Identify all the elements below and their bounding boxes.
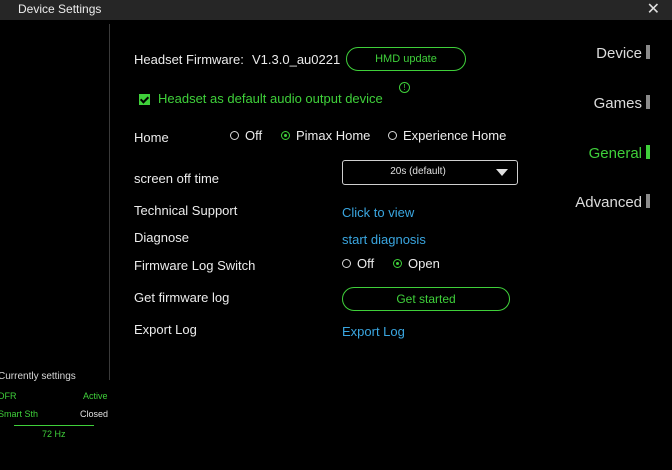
export-log-link[interactable]: Export Log	[342, 324, 405, 339]
audio-default-checkbox[interactable]	[139, 94, 150, 105]
diagnose-label: Diagnose	[134, 230, 189, 245]
radio-icon	[388, 131, 397, 140]
window-title: Device Settings	[18, 2, 102, 16]
home-label: Home	[134, 130, 169, 145]
sidebar-item-device[interactable]: Device	[596, 45, 650, 62]
fw-log-option-open[interactable]: Open	[393, 256, 440, 271]
sidebar-item-marker	[646, 45, 650, 59]
sidebar-item-marker	[646, 95, 650, 109]
screen-off-value: 20s (default)	[390, 166, 446, 177]
sidebar-item-general[interactable]: General	[589, 145, 650, 162]
home-option-pimax-home[interactable]: Pimax Home	[281, 128, 370, 143]
sidebar-item-advanced[interactable]: Advanced	[575, 194, 650, 211]
home-option-off[interactable]: Off	[230, 128, 262, 143]
sidebar-divider	[109, 24, 110, 380]
dfr-label: DFR	[0, 391, 17, 401]
radio-icon	[230, 131, 239, 140]
firmware-label: Headset Firmware:	[134, 52, 244, 67]
refresh-rate: 72 Hz	[42, 429, 66, 439]
start-diagnosis-link[interactable]: start diagnosis	[342, 232, 426, 247]
sidebar-item-label: Advanced	[575, 194, 642, 211]
sidebar-item-marker	[646, 194, 650, 208]
get-started-button[interactable]: Get started	[342, 287, 510, 311]
title-bar: Device Settings ✕	[0, 0, 672, 20]
settings-divider	[14, 425, 94, 426]
get-fw-log-label: Get firmware log	[134, 290, 230, 305]
radio-selected-icon	[393, 259, 402, 268]
radio-label: Experience Home	[403, 128, 507, 143]
hmd-update-button[interactable]: HMD update	[346, 47, 466, 71]
export-log-label: Export Log	[134, 322, 197, 337]
home-option-experience-home[interactable]: Experience Home	[388, 128, 506, 143]
radio-icon	[342, 259, 351, 268]
sidebar-item-label: Device	[596, 45, 642, 62]
fw-log-option-off[interactable]: Off	[342, 256, 374, 271]
smart-sth-label: Smart Sth	[0, 409, 39, 419]
radio-label: Off	[357, 256, 375, 271]
close-icon[interactable]: ✕	[647, 0, 660, 19]
current-settings-title: Currently settings	[0, 371, 76, 382]
firmware-version: V1.3.0_au0221	[252, 52, 341, 67]
fw-log-switch-label: Firmware Log Switch	[134, 258, 256, 273]
click-to-view-link[interactable]: Click to view	[342, 205, 414, 220]
sidebar-item-label: General	[588, 145, 642, 162]
tech-support-label: Technical Support	[134, 203, 238, 218]
sidebar-item-label: Games	[593, 95, 642, 112]
smart-sth-status: Closed	[80, 409, 109, 419]
info-icon[interactable]: !	[399, 82, 410, 93]
radio-label: Off	[245, 128, 263, 143]
radio-label: Open	[408, 256, 440, 271]
sidebar-item-games[interactable]: Games	[594, 95, 650, 112]
radio-label: Pimax Home	[296, 128, 371, 143]
screen-off-select[interactable]: 20s (default)	[342, 160, 518, 185]
screen-off-label: screen off time	[134, 171, 220, 186]
chevron-down-icon	[496, 169, 508, 176]
sidebar-item-marker	[646, 145, 650, 159]
audio-default-label: Headset as default audio output device	[158, 91, 383, 106]
radio-selected-icon	[281, 131, 290, 140]
dfr-status: Active	[83, 391, 108, 401]
